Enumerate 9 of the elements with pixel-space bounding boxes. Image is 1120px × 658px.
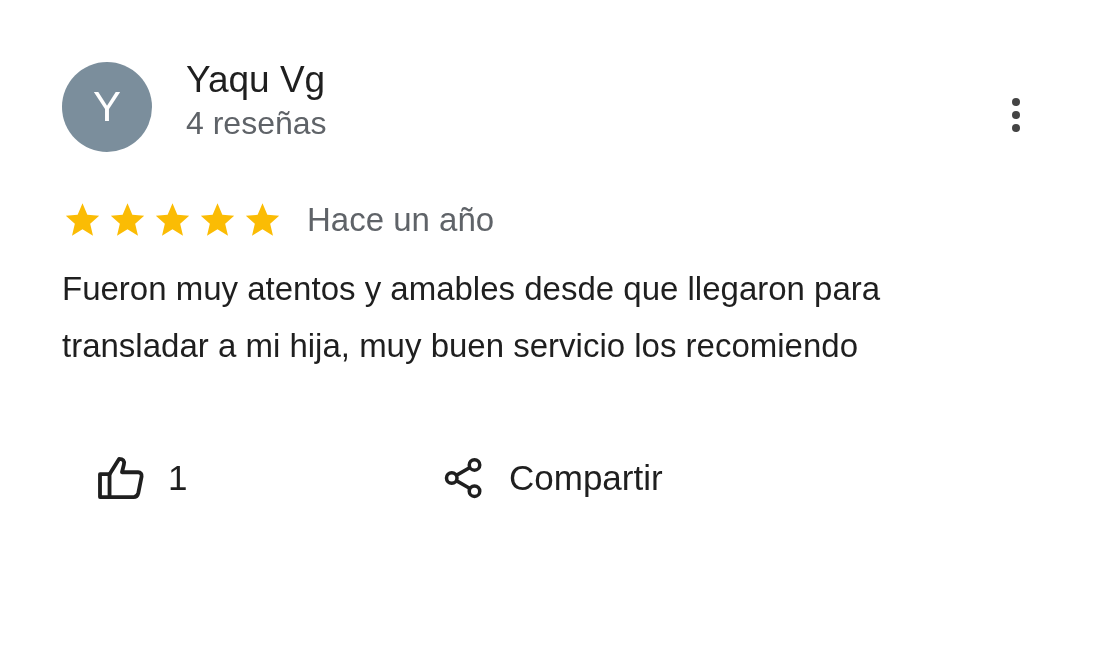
author-name: Yaqu Vg [186, 58, 327, 101]
thumbs-up-icon [98, 457, 144, 499]
share-button[interactable]: Compartir [443, 456, 843, 500]
like-button[interactable]: 1 [98, 456, 443, 500]
review-text: Fueron muy atentos y amables desde que llegaron para transladar a mi hija, muy buen servicio los recomiendo [62, 269, 882, 366]
review-count: 4 reseñas [186, 104, 327, 142]
avatar: Y [62, 62, 152, 152]
more-icon [1011, 97, 1021, 133]
review-time: Hace un año [307, 201, 495, 239]
